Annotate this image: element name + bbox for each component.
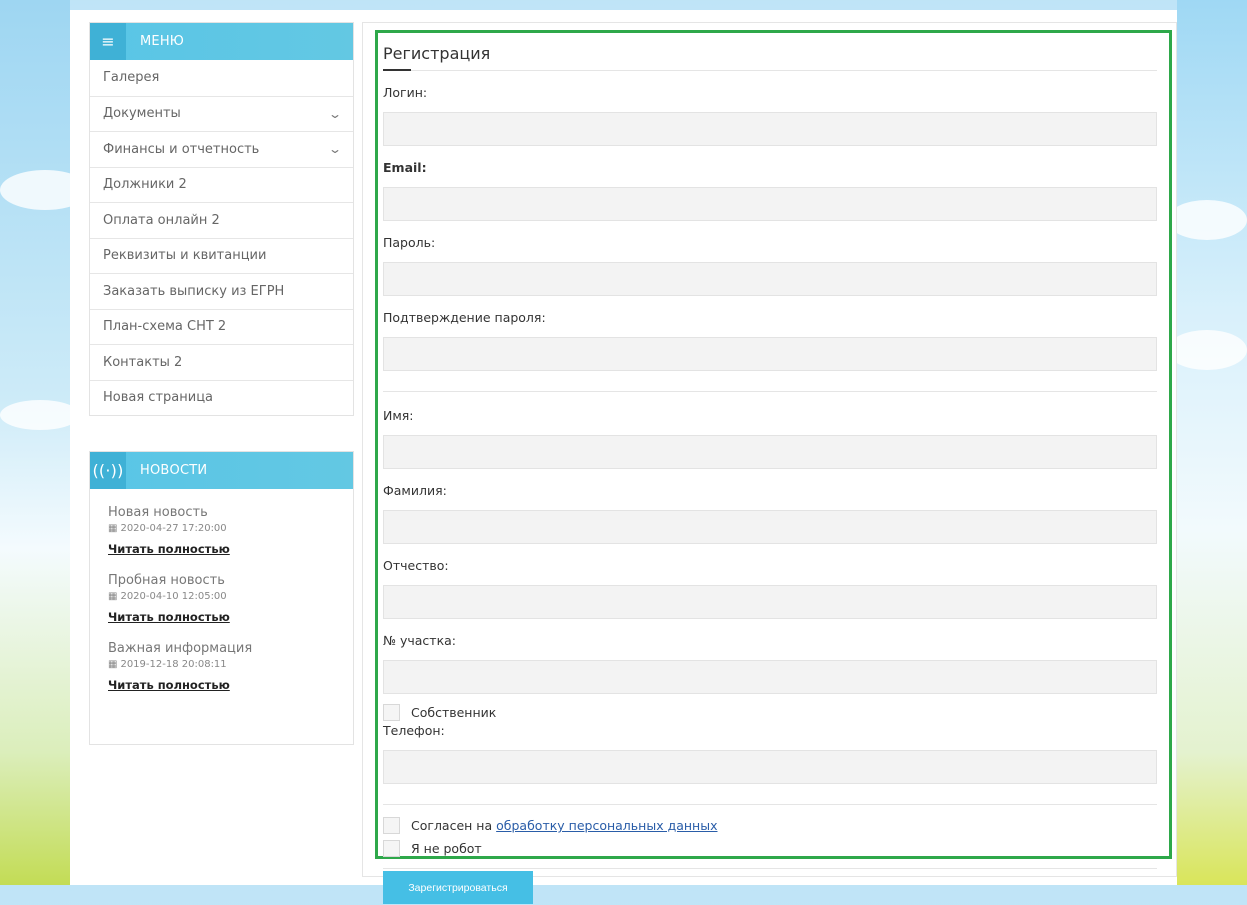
menu-item-label: Оплата онлайн 2 — [103, 212, 220, 228]
menu-item-gallery[interactable]: Галерея — [90, 60, 353, 96]
plot-number-label: № участка: — [383, 633, 456, 648]
registration-form: Регистрация Логин: Email: Пароль: Подтве… — [383, 32, 1157, 904]
background-cloud — [1167, 330, 1247, 370]
background-cloud — [1167, 200, 1247, 240]
password-label: Пароль: — [383, 235, 436, 250]
menu-panel: ≡ МЕНЮ Галерея Документы ⌄ Финансы и отч… — [89, 22, 354, 416]
menu-item-label: Контакты 2 — [103, 354, 183, 370]
section-divider — [383, 391, 1157, 392]
consent-checkbox-row: Согласен на обработку персональных данны… — [383, 817, 1157, 834]
patronymic-label: Отчество: — [383, 558, 449, 573]
last-name-label: Фамилия: — [383, 483, 447, 498]
menu-item-finance[interactable]: Финансы и отчетность ⌄ — [90, 131, 353, 167]
news-title: НОВОСТИ — [140, 463, 208, 478]
email-input[interactable] — [383, 187, 1157, 221]
news-date-text: 2020-04-10 12:05:00 — [120, 591, 227, 602]
calendar-icon: ▦ — [108, 523, 118, 534]
plot-number-input[interactable] — [383, 660, 1157, 694]
menu-item-label: Реквизиты и квитанции — [103, 248, 267, 264]
read-more-link[interactable]: Читать полностью — [108, 542, 230, 556]
chevron-down-icon[interactable]: ⌄ — [328, 107, 342, 121]
email-label: Email: — [383, 160, 427, 175]
password-input[interactable] — [383, 262, 1157, 296]
news-item-date: ▦ 2019-12-18 20:08:11 — [108, 659, 335, 670]
owner-checkbox-row: Собственник — [383, 704, 1157, 721]
page-container: ≡ МЕНЮ Галерея Документы ⌄ Финансы и отч… — [70, 10, 1177, 904]
owner-checkbox[interactable] — [383, 704, 400, 721]
background-right — [1177, 0, 1247, 885]
menu-item-label: План-схема СНТ 2 — [103, 319, 227, 335]
news-date-text: 2019-12-18 20:08:11 — [120, 659, 227, 670]
menu-item-requisites[interactable]: Реквизиты и квитанции — [90, 237, 353, 274]
login-input[interactable] — [383, 112, 1157, 146]
news-item: Важная информация ▦ 2019-12-18 20:08:11 … — [108, 641, 335, 693]
menu-item-label: Финансы и отчетность — [103, 141, 260, 157]
title-divider — [383, 69, 1157, 71]
last-name-input[interactable] — [383, 510, 1157, 544]
page-title: Регистрация — [383, 44, 491, 63]
read-more-link[interactable]: Читать полностью — [108, 610, 230, 624]
robot-checkbox[interactable] — [383, 840, 400, 857]
menu-item-label: Документы — [103, 106, 181, 122]
menu-item-label: Должники 2 — [103, 177, 187, 193]
register-button[interactable]: Зарегистрироваться — [383, 871, 533, 904]
background-cloud — [0, 400, 80, 430]
menu-item-documents[interactable]: Документы ⌄ — [90, 95, 353, 132]
menu-item-contacts[interactable]: Контакты 2 — [90, 344, 353, 380]
news-item-title: Новая новость — [108, 505, 208, 520]
chevron-down-icon[interactable]: ⌄ — [328, 142, 342, 156]
calendar-icon: ▦ — [108, 591, 118, 602]
robot-checkbox-row: Я не робот — [383, 840, 1157, 857]
news-item-date: ▦ 2020-04-10 12:05:00 — [108, 591, 335, 602]
news-item-title: Пробная новость — [108, 573, 225, 588]
news-panel: ((·)) НОВОСТИ Новая новость ▦ 2020-04-27… — [89, 451, 354, 745]
calendar-icon: ▦ — [108, 659, 118, 670]
owner-checkbox-label: Собственник — [411, 705, 497, 720]
menu-item-new-page[interactable]: Новая страница — [90, 379, 353, 416]
section-divider — [383, 804, 1157, 805]
consent-checkbox[interactable] — [383, 817, 400, 834]
menu-item-label: Заказать выписку из ЕГРН — [103, 283, 285, 299]
menu-title: МЕНЮ — [140, 34, 185, 49]
menu-header: ≡ МЕНЮ — [90, 23, 353, 60]
broadcast-icon: ((·)) — [90, 452, 126, 489]
menu-item-online-payment[interactable]: Оплата онлайн 2 — [90, 202, 353, 238]
menu-item-label: Галерея — [103, 70, 160, 86]
background-left — [0, 0, 70, 885]
news-item: Пробная новость ▦ 2020-04-10 12:05:00 Чи… — [108, 573, 335, 625]
menu-item-debtors[interactable]: Должники 2 — [90, 166, 353, 203]
menu-item-egrn[interactable]: Заказать выписку из ЕГРН — [90, 273, 353, 309]
password-confirm-input[interactable] — [383, 337, 1157, 371]
password-confirm-label: Подтверждение пароля: — [383, 310, 546, 325]
first-name-label: Имя: — [383, 408, 414, 423]
news-item-title: Важная информация — [108, 641, 253, 656]
news-list: Новая новость ▦ 2020-04-27 17:20:00 Чита… — [90, 489, 353, 725]
personal-data-link[interactable]: обработку персональных данных — [496, 818, 717, 833]
news-header: ((·)) НОВОСТИ — [90, 452, 353, 489]
phone-input[interactable] — [383, 750, 1157, 784]
menu-list: Галерея Документы ⌄ Финансы и отчетность… — [90, 60, 353, 415]
phone-label: Телефон: — [383, 723, 445, 738]
bottom-divider — [383, 868, 1157, 869]
robot-checkbox-label: Я не робот — [411, 841, 482, 856]
patronymic-input[interactable] — [383, 585, 1157, 619]
news-item: Новая новость ▦ 2020-04-27 17:20:00 Чита… — [108, 505, 335, 557]
news-date-text: 2020-04-27 17:20:00 — [120, 523, 227, 534]
menu-item-label: Новая страница — [103, 390, 214, 406]
hamburger-icon[interactable]: ≡ — [90, 23, 126, 60]
consent-checkbox-label: Согласен на — [411, 818, 493, 833]
first-name-input[interactable] — [383, 435, 1157, 469]
login-label: Логин: — [383, 85, 428, 100]
sidebar: ≡ МЕНЮ Галерея Документы ⌄ Финансы и отч… — [89, 22, 354, 745]
menu-item-plan[interactable]: План-схема СНТ 2 — [90, 308, 353, 345]
read-more-link[interactable]: Читать полностью — [108, 678, 230, 692]
news-item-date: ▦ 2020-04-27 17:20:00 — [108, 523, 335, 534]
